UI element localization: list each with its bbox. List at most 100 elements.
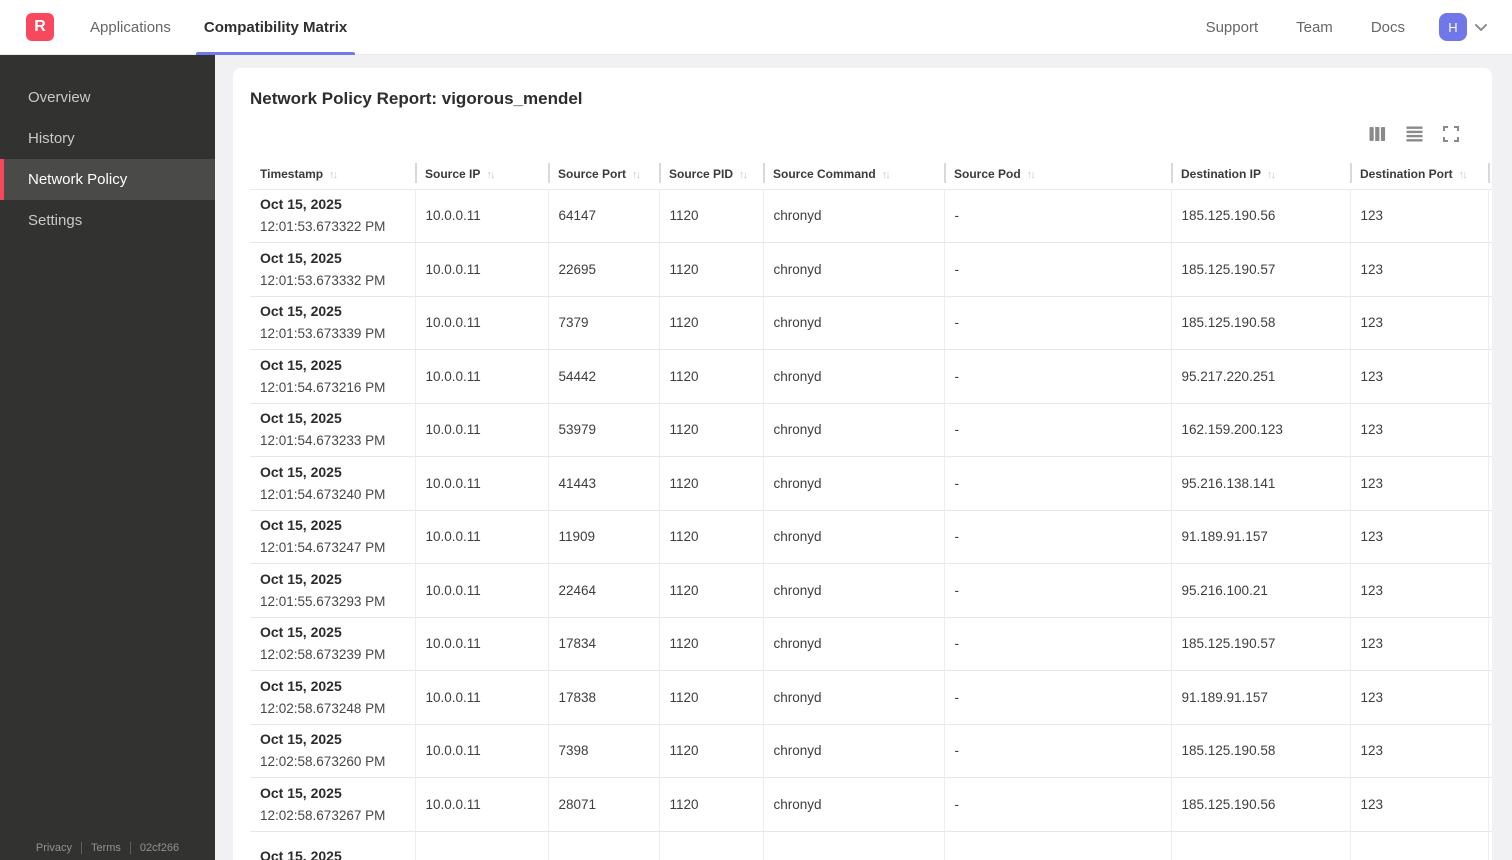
user-menu[interactable]: H — [1439, 13, 1490, 41]
cell-source-ip: 10.0.0.11 — [414, 724, 548, 778]
cell-source-pid: 1120 — [658, 403, 763, 457]
table-row[interactable]: Oct 15, 2025 12:01:54.673240 PM 10.0.0.1… — [250, 456, 1492, 511]
privacy-link[interactable]: Privacy — [36, 842, 72, 854]
cell-source-command: chronyd — [762, 242, 944, 297]
column-header-timestamp[interactable]: Timestamp ↑↓ — [250, 159, 415, 190]
cell-source-ip: 10.0.0.11 — [414, 617, 548, 671]
cell-destination-ip — [1170, 831, 1350, 860]
cell-destination-port: 123 — [1349, 242, 1488, 297]
cell-source-command: chronyd — [762, 670, 944, 725]
cell-destination-ip: 162.159.200.123 — [1170, 403, 1350, 457]
report-table: Timestamp ↑↓ Source IP ↑↓ Source Port ↑↓ So… — [250, 159, 1492, 860]
table-row[interactable]: Oct 15, 2025 12:01:53.673322 PM 10.0.0.1… — [250, 189, 1492, 243]
cell-timestamp: Oct 15, 2025 12:01:53.673332 PM — [250, 242, 415, 297]
support-link[interactable]: Support — [1206, 19, 1259, 36]
cell-source-command: chronyd — [762, 349, 944, 404]
fullscreen-icon[interactable] — [1443, 126, 1459, 142]
cell-source-command: chronyd — [762, 617, 944, 671]
cell-destination-port — [1349, 831, 1488, 860]
column-header-source-ip[interactable]: Source IP ↑↓ — [415, 159, 548, 190]
cell-source-pod: - — [943, 296, 1171, 350]
cell-source-port: 41443 — [547, 456, 659, 511]
cell-source-pid: 1120 — [658, 724, 763, 778]
sidebar-item-network-policy[interactable]: Network Policy — [0, 159, 215, 200]
table-row[interactable]: Oct 15, 2025 12:01:53.673339 PM 10.0.0.1… — [250, 296, 1492, 350]
timestamp-time: 12:01:53.673339 PM — [260, 326, 386, 342]
cell-source-pid: 1120 — [658, 510, 763, 564]
sidebar: Overview History Network Policy Settings… — [0, 55, 215, 860]
table-row[interactable]: Oct 15, 2025 12:01:54.673247 PM 10.0.0.1… — [250, 510, 1492, 564]
cell-destination-port: 123 — [1349, 777, 1488, 832]
tab-applications[interactable]: Applications — [82, 0, 179, 55]
sidebar-item-history[interactable]: History — [0, 118, 215, 159]
column-header-source-port[interactable]: Source Port ↑↓ — [548, 159, 659, 190]
docs-link[interactable]: Docs — [1371, 19, 1405, 36]
divider — [80, 842, 82, 854]
timestamp-time: 12:01:54.673247 PM — [260, 540, 386, 556]
cell-source-port: 17834 — [547, 617, 659, 671]
table-row[interactable]: Oct 15, 2025 12:02:58.673248 PM 10.0.0.1… — [250, 670, 1492, 725]
timestamp-date: Oct 15, 2025 — [260, 517, 342, 534]
tab-compatibility-matrix[interactable]: Compatibility Matrix — [195, 0, 356, 55]
table-row[interactable]: Oct 15, 2025 12:01:54.673233 PM 10.0.0.1… — [250, 403, 1492, 457]
cell-timestamp: Oct 15, 2025 12:01:54.673233 PM — [250, 403, 415, 457]
chevron-down-icon[interactable] — [1472, 18, 1490, 36]
cell-source-command: chronyd — [762, 777, 944, 832]
terms-link[interactable]: Terms — [91, 842, 121, 854]
cell-destination-ip: 95.216.100.21 — [1170, 563, 1350, 618]
cell-source-pod: - — [943, 349, 1171, 404]
cell-clipped — [1487, 296, 1492, 350]
column-header-source-pod[interactable]: Source Pod ↑↓ — [944, 159, 1171, 190]
cell-source-port — [547, 831, 659, 860]
cell-destination-port: 123 — [1349, 296, 1488, 350]
table-row[interactable]: Oct 15, 2025 — [250, 831, 1492, 860]
timestamp-date: Oct 15, 2025 — [260, 410, 342, 427]
cell-source-command: chronyd — [762, 456, 944, 511]
sidebar-item-settings[interactable]: Settings — [0, 200, 215, 241]
cell-source-port: 28071 — [547, 777, 659, 832]
columns-icon[interactable] — [1369, 126, 1386, 142]
cell-destination-port: 123 — [1349, 189, 1488, 243]
cell-destination-ip: 91.189.91.157 — [1170, 670, 1350, 725]
cell-source-pid: 1120 — [658, 777, 763, 832]
cell-clipped — [1487, 349, 1492, 404]
timestamp-date: Oct 15, 2025 — [260, 196, 342, 213]
sort-icon: ↑↓ — [329, 168, 338, 181]
app-logo[interactable]: R — [26, 13, 54, 41]
avatar[interactable]: H — [1439, 13, 1467, 41]
sort-icon: ↑↓ — [1458, 168, 1468, 181]
cell-clipped — [1487, 617, 1492, 671]
table-row[interactable]: Oct 15, 2025 12:01:54.673216 PM 10.0.0.1… — [250, 349, 1492, 404]
cell-source-ip: 10.0.0.11 — [414, 456, 548, 511]
timestamp-date: Oct 15, 2025 — [260, 847, 342, 860]
table-row[interactable]: Oct 15, 2025 12:01:55.673293 PM 10.0.0.1… — [250, 563, 1492, 618]
cell-source-port: 22464 — [547, 563, 659, 618]
cell-source-port: 11909 — [547, 510, 659, 564]
timestamp-time: 12:02:58.673260 PM — [260, 754, 386, 770]
sidebar-footer: Privacy Terms 02cf266 — [0, 842, 215, 854]
cell-clipped — [1487, 563, 1492, 618]
team-link[interactable]: Team — [1296, 19, 1333, 36]
cell-source-pod — [943, 831, 1171, 860]
divider — [129, 842, 131, 854]
column-header-destination-port[interactable]: Destination Port ↑↓ — [1350, 159, 1488, 190]
timestamp-time: 12:02:58.673239 PM — [260, 647, 386, 663]
cell-destination-port: 123 — [1349, 670, 1488, 725]
column-header-source-pid[interactable]: Source PID ↑↓ — [659, 159, 763, 190]
cell-source-ip — [414, 831, 548, 860]
cell-source-pid: 1120 — [658, 189, 763, 243]
rows-icon[interactable] — [1406, 126, 1423, 142]
cell-clipped — [1487, 189, 1492, 243]
sidebar-item-overview[interactable]: Overview — [0, 77, 215, 118]
column-header-destination-ip[interactable]: Destination IP ↑↓ — [1171, 159, 1350, 190]
column-header-source-command[interactable]: Source Command ↑↓ — [763, 159, 944, 190]
table-row[interactable]: Oct 15, 2025 12:02:58.673239 PM 10.0.0.1… — [250, 617, 1492, 671]
cell-destination-ip: 95.217.220.251 — [1170, 349, 1350, 404]
table-row[interactable]: Oct 15, 2025 12:02:58.673260 PM 10.0.0.1… — [250, 724, 1492, 778]
sort-icon: ↑↓ — [486, 168, 495, 181]
table-row[interactable]: Oct 15, 2025 12:02:58.673267 PM 10.0.0.1… — [250, 777, 1492, 832]
cell-destination-port: 123 — [1349, 349, 1488, 404]
table-body: Oct 15, 2025 12:01:53.673322 PM 10.0.0.1… — [250, 189, 1492, 860]
cell-destination-ip: 185.125.190.57 — [1170, 242, 1350, 297]
table-row[interactable]: Oct 15, 2025 12:01:53.673332 PM 10.0.0.1… — [250, 242, 1492, 297]
